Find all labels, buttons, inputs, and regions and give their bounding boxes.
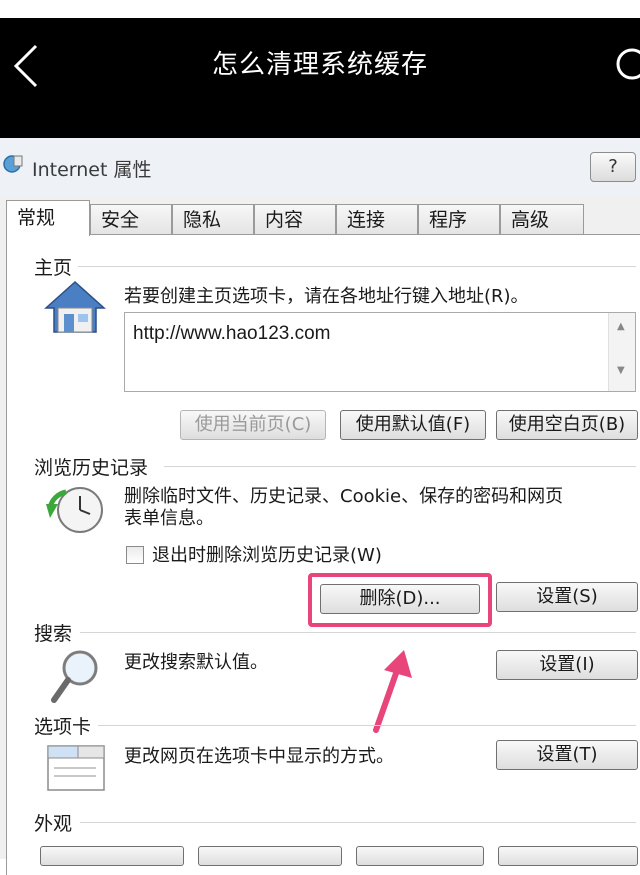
url-scrollbar[interactable]: ▲ ▼	[608, 313, 635, 391]
appearance-button-3[interactable]	[356, 846, 484, 866]
page-title: 怎么清理系统缓存	[211, 50, 428, 80]
scroll-down-icon[interactable]: ▼	[617, 365, 625, 376]
section-label-search: 搜索	[34, 619, 79, 646]
section-divider-home	[76, 266, 636, 267]
search-settings-button[interactable]: 设置(I)	[496, 650, 638, 680]
tab-general[interactable]: 常规	[6, 200, 90, 236]
mobile-header: 怎么清理系统缓存	[0, 18, 640, 138]
delete-on-exit-checkbox[interactable]	[126, 546, 144, 564]
section-divider-history	[164, 466, 636, 467]
section-label-tabs: 选项卡	[34, 712, 98, 739]
home-description: 若要创建主页选项卡，请在各地址行键入地址(R)。	[124, 286, 529, 307]
tabs-window-icon	[47, 745, 105, 791]
use-default-button[interactable]: 使用默认值(F)	[340, 410, 486, 440]
tab-connections[interactable]: 连接	[336, 204, 418, 234]
section-label-history: 浏览历史记录	[34, 453, 155, 480]
search-description: 更改搜索默认值。	[124, 652, 268, 673]
dialog-title: Internet 属性	[32, 159, 152, 181]
section-label-home: 主页	[34, 253, 79, 280]
internet-options-icon	[3, 155, 23, 173]
section-divider-search	[80, 632, 636, 633]
history-description-line1: 删除临时文件、历史记录、Cookie、保存的密码和网页	[124, 486, 564, 507]
tab-privacy[interactable]: 隐私	[172, 204, 254, 234]
appearance-button-1[interactable]	[40, 846, 184, 866]
appearance-button-2[interactable]	[198, 846, 342, 866]
history-description-line2: 表单信息。	[124, 508, 214, 529]
section-label-appearance: 外观	[34, 809, 79, 836]
use-current-button[interactable]: 使用当前页(C)	[180, 410, 326, 440]
tab-advanced[interactable]: 高级	[500, 204, 584, 234]
delete-button-highlight	[308, 573, 492, 627]
tab-programs[interactable]: 程序	[418, 204, 500, 234]
appearance-button-4[interactable]	[498, 846, 638, 866]
home-page-url-field[interactable]: http://www.hao123.com ▲ ▼	[124, 312, 636, 392]
tab-content[interactable]: 内容	[254, 204, 336, 234]
home-house-icon	[44, 280, 106, 333]
search-magnifier-icon	[51, 650, 98, 703]
more-options-icon[interactable]	[612, 44, 640, 84]
top-strip	[0, 0, 640, 18]
use-blank-button[interactable]: 使用空白页(B)	[496, 410, 638, 440]
help-button[interactable]: ?	[590, 152, 636, 182]
section-divider-appearance	[80, 822, 636, 823]
history-clock-icon	[46, 487, 103, 533]
history-settings-button[interactable]: 设置(S)	[496, 582, 638, 612]
tabs-description: 更改网页在选项卡中显示的方式。	[124, 746, 394, 767]
scroll-up-icon[interactable]: ▲	[617, 321, 625, 332]
dialog-titlebar: Internet 属性 ?	[0, 138, 640, 196]
home-page-url-text: http://www.hao123.com	[133, 323, 331, 344]
delete-on-exit-label[interactable]: 退出时删除浏览历史记录(W)	[152, 545, 382, 567]
section-divider-tabs	[98, 725, 636, 726]
tabs-settings-button[interactable]: 设置(T)	[496, 740, 638, 770]
tab-security[interactable]: 安全	[90, 204, 172, 234]
